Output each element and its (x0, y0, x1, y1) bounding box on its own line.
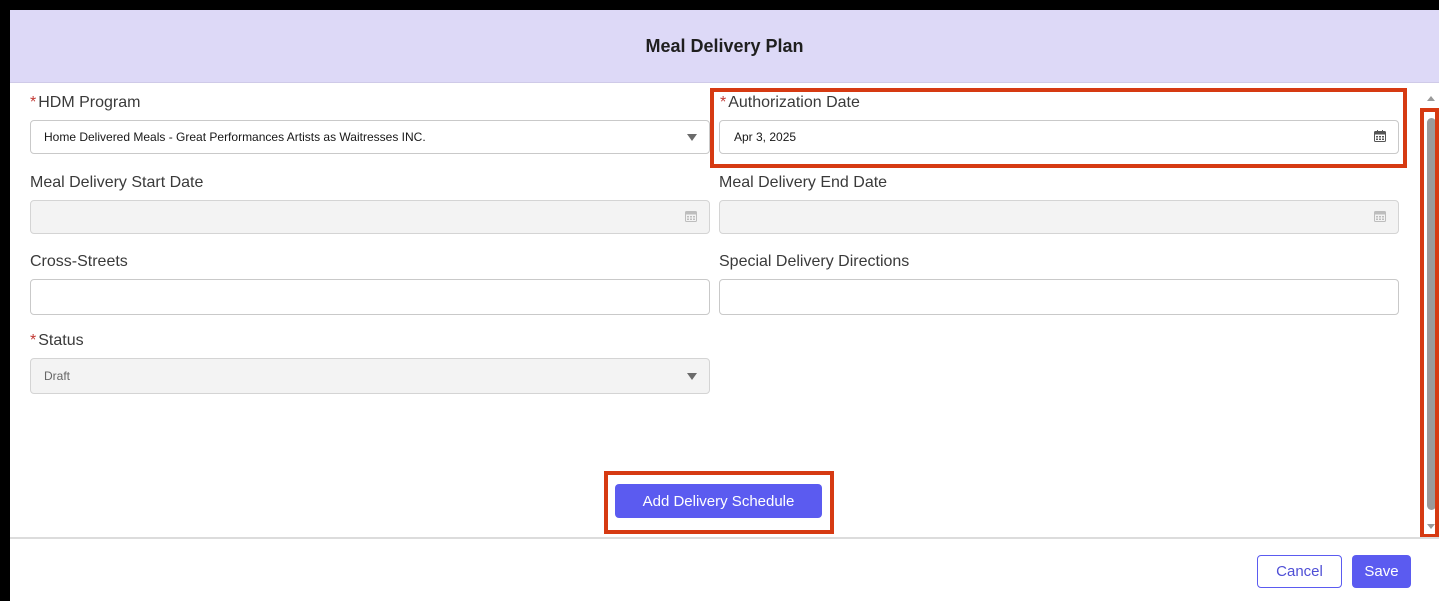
cancel-button[interactable]: Cancel (1257, 555, 1342, 588)
add-delivery-schedule-button[interactable]: Add Delivery Schedule (615, 484, 822, 518)
cross-streets-input[interactable] (30, 279, 710, 315)
scroll-up-arrow-icon[interactable] (1427, 96, 1435, 101)
required-marker: * (30, 332, 37, 349)
modal-title: Meal Delivery Plan (645, 35, 804, 56)
authorization-date-label: * Authorization Date (720, 94, 860, 112)
start-date-label: Meal Delivery Start Date (30, 174, 204, 191)
required-marker: * (720, 94, 727, 111)
chevron-down-icon (687, 134, 697, 141)
status-value: Draft (44, 369, 71, 383)
hdm-program-label-text: HDM Program (38, 94, 141, 111)
authorization-date-value: Apr 3, 2025 (734, 130, 797, 144)
chevron-down-icon (687, 373, 697, 380)
status-label: * Status (30, 332, 84, 350)
calendar-icon (1374, 211, 1386, 222)
meal-delivery-plan-modal: Meal Delivery Plan * HDM Program Home Del… (10, 10, 1439, 601)
special-directions-input[interactable] (719, 279, 1399, 315)
calendar-icon[interactable] (1374, 130, 1386, 142)
start-date-input (30, 200, 710, 234)
authorization-date-label-text: Authorization Date (728, 94, 860, 111)
save-button[interactable]: Save (1352, 555, 1411, 588)
modal-header: Meal Delivery Plan (10, 10, 1439, 83)
footer-divider (10, 537, 1439, 539)
authorization-date-input[interactable]: Apr 3, 2025 (719, 120, 1399, 154)
end-date-label: Meal Delivery End Date (719, 174, 888, 191)
hdm-program-value: Home Delivered Meals - Great Performance… (44, 130, 426, 144)
scroll-down-arrow-icon[interactable] (1427, 524, 1435, 529)
cross-streets-label: Cross-Streets (30, 253, 128, 270)
scrollbar-thumb[interactable] (1427, 118, 1436, 510)
calendar-icon (685, 211, 697, 222)
hdm-program-select[interactable]: Home Delivered Meals - Great Performance… (30, 120, 710, 154)
end-date-input (719, 200, 1399, 234)
special-directions-label: Special Delivery Directions (719, 253, 910, 270)
scrollbar[interactable] (1424, 90, 1439, 538)
status-select[interactable]: Draft (30, 358, 710, 394)
hdm-program-label: * HDM Program (30, 94, 140, 112)
required-marker: * (30, 94, 37, 111)
status-label-text: Status (38, 332, 84, 349)
